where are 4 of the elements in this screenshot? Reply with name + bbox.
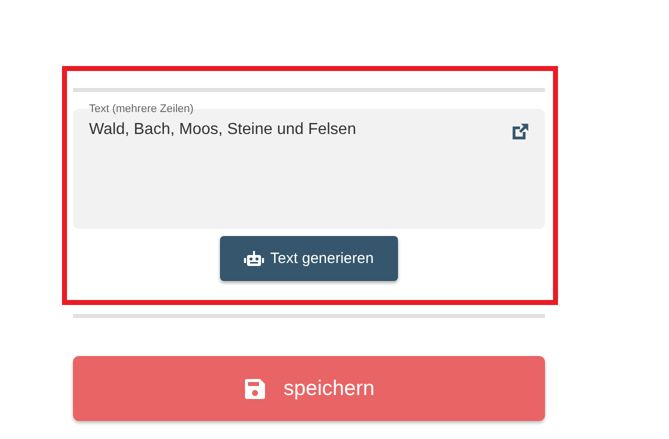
field-value: Wald, Bach, Moos, Steine und Felsen	[89, 120, 356, 140]
robot-icon	[244, 250, 264, 266]
field-label: Text (mehrere Zeilen)	[89, 103, 194, 115]
generate-text-button[interactable]: Text generieren	[220, 236, 398, 281]
